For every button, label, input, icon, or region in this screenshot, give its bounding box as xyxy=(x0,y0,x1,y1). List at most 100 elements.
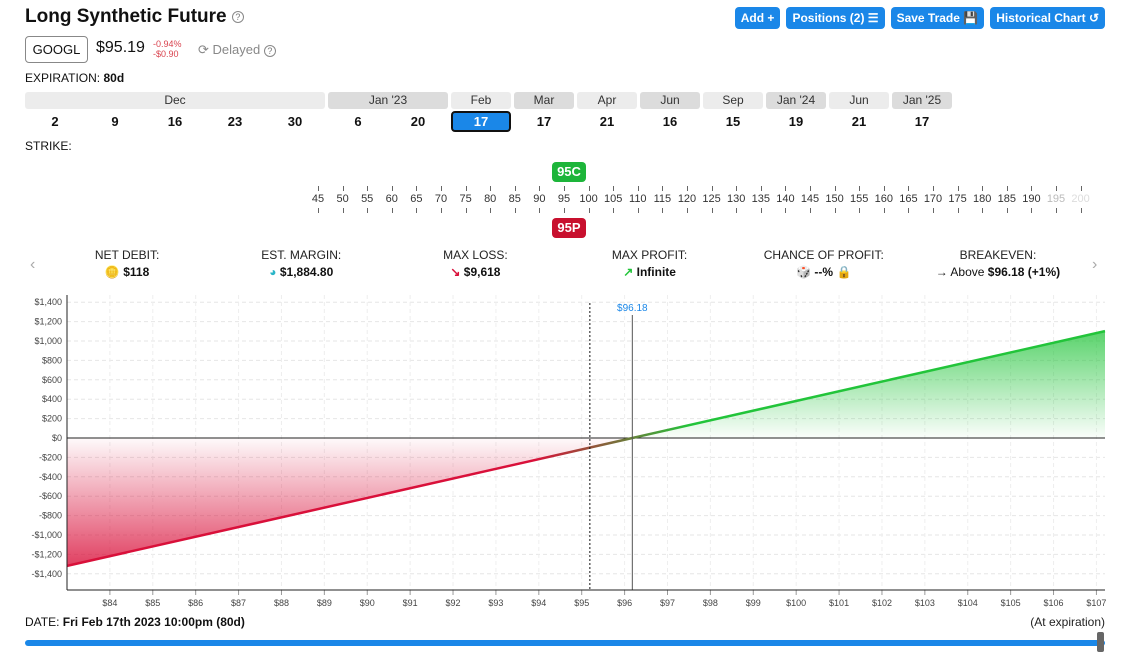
expiration-date[interactable]: 30 xyxy=(265,111,325,132)
strike-tick-label[interactable]: 100 xyxy=(577,193,601,205)
strike-tick-label[interactable]: 70 xyxy=(429,193,453,205)
strike-tick-label[interactable]: 150 xyxy=(823,193,847,205)
save-trade-button[interactable]: Save Trade 💾 xyxy=(890,7,985,29)
strike-tick-label[interactable]: 135 xyxy=(749,193,773,205)
expiration-month[interactable]: Apr xyxy=(577,92,637,109)
expiration-date[interactable]: 2 xyxy=(25,111,85,132)
expiration-date[interactable]: 23 xyxy=(205,111,265,132)
strike-tick xyxy=(391,208,393,213)
strike-tick-label[interactable]: 60 xyxy=(380,193,404,205)
expiration-date[interactable]: 16 xyxy=(640,111,700,132)
positions-button[interactable]: Positions (2) ☰ xyxy=(786,7,885,29)
strike-tick-label[interactable]: 45 xyxy=(306,193,330,205)
expiration-month[interactable]: Mar xyxy=(514,92,574,109)
expiration-month[interactable]: Jun xyxy=(640,92,700,109)
strike-tick-label[interactable]: 145 xyxy=(798,193,822,205)
strike-tick-label[interactable]: 185 xyxy=(995,193,1019,205)
add-button[interactable]: Add + xyxy=(734,7,781,29)
chevron-left-icon[interactable]: ‹ xyxy=(30,256,35,274)
stat-value-row: 🪙 $118 xyxy=(40,265,214,279)
strike-tick-label[interactable]: 110 xyxy=(626,193,650,205)
strike-tick-label[interactable]: 190 xyxy=(1019,193,1043,205)
strike-tick-label[interactable]: 160 xyxy=(872,193,896,205)
strike-tick xyxy=(933,208,934,213)
strike-tick xyxy=(859,208,861,213)
ticker-input[interactable]: GOOGL xyxy=(25,36,88,63)
put-strike-badge[interactable]: 95P xyxy=(552,218,586,238)
date-slider[interactable] xyxy=(25,640,1105,646)
help-icon[interactable]: ? xyxy=(263,44,276,57)
expiration-date[interactable]: 17 xyxy=(514,111,574,132)
expiration-date[interactable]: 17 xyxy=(892,111,952,132)
expiration-date[interactable]: 21 xyxy=(577,111,637,132)
refresh-icon[interactable]: ⟳ xyxy=(198,42,209,57)
strike-tick-label[interactable]: 170 xyxy=(921,193,945,205)
strike-tick-label[interactable]: 65 xyxy=(404,193,428,205)
strike-tick xyxy=(957,208,959,213)
historical-chart-button[interactable]: Historical Chart ↺ xyxy=(990,7,1105,29)
delayed-status[interactable]: ⟳ Delayed ? xyxy=(198,42,276,58)
strike-tick xyxy=(441,208,442,213)
strike-tick-label[interactable]: 195 xyxy=(1044,193,1068,205)
expiration-month[interactable]: Dec xyxy=(25,92,325,109)
strike-tick-label[interactable]: 165 xyxy=(896,193,920,205)
expiration-date[interactable]: 17 xyxy=(451,111,511,132)
strike-tick-label[interactable]: 55 xyxy=(355,193,379,205)
strike-tick-label[interactable]: 120 xyxy=(675,193,699,205)
change-abs: -$0.90 xyxy=(153,49,179,59)
strike-tick-label[interactable]: 125 xyxy=(700,193,724,205)
strike-tick-label[interactable]: 155 xyxy=(847,193,871,205)
expiration-month[interactable]: Feb xyxy=(451,92,511,109)
y-tick-label: $800 xyxy=(42,355,62,365)
strike-tick-label[interactable]: 175 xyxy=(946,193,970,205)
save-icon: 💾 xyxy=(963,11,979,25)
strike-tick-label[interactable]: 50 xyxy=(331,193,355,205)
strike-tick-label[interactable]: 130 xyxy=(724,193,748,205)
strike-tick-label[interactable]: 85 xyxy=(503,193,527,205)
strike-tick xyxy=(687,186,688,191)
strike-tick-label[interactable]: 140 xyxy=(773,193,797,205)
expiration-date[interactable]: 20 xyxy=(388,111,448,132)
strike-tick-label[interactable]: 180 xyxy=(970,193,994,205)
strike-ruler[interactable]: 45 50 55 60 65 70 75 80 85 90 95 100 105 110 115 120 125… xyxy=(306,160,1106,240)
expiration-date[interactable]: 21 xyxy=(829,111,889,132)
strike-tick-label[interactable]: 200 xyxy=(1069,193,1093,205)
strike-tick xyxy=(736,186,738,191)
strike-tick-label[interactable]: 95 xyxy=(552,193,576,205)
stat-value-row: → Above $96.18 (+1%) xyxy=(911,265,1085,279)
strike-tick-label[interactable]: 115 xyxy=(650,193,674,205)
strike-tick-label[interactable]: 105 xyxy=(601,193,625,205)
expiration-date[interactable]: 9 xyxy=(85,111,145,132)
strike-tick-label[interactable]: 75 xyxy=(454,193,478,205)
list-icon: ☰ xyxy=(867,11,879,25)
date-label-text: DATE: xyxy=(25,615,60,629)
strike-tick-label[interactable]: 90 xyxy=(527,193,551,205)
expiration-month[interactable]: Sep xyxy=(703,92,763,109)
date-label: DATE: Fri Feb 17th 2023 10:00pm (80d) xyxy=(25,615,245,629)
call-strike-badge[interactable]: 95C xyxy=(552,162,586,182)
expiration-date[interactable]: 15 xyxy=(703,111,763,132)
expiration-month[interactable]: Jan '24 xyxy=(766,92,826,109)
lock-icon[interactable]: 🔒 xyxy=(836,265,851,279)
expiration-dates: 17 xyxy=(892,109,952,132)
help-icon[interactable]: ? xyxy=(231,10,244,23)
pie-icon: ◕ xyxy=(269,265,280,279)
expiration-month[interactable]: Jan '25 xyxy=(892,92,952,109)
pl-chart[interactable]: $1,400 $1,200 $1,000 $800 $600 $400 $200 $0 -$20… xyxy=(0,290,1125,610)
expiration-date[interactable]: 19 xyxy=(766,111,826,132)
x-tick-label: $100 xyxy=(786,598,806,608)
arrow-down-right-icon: ↘ xyxy=(450,265,464,279)
expiration-month[interactable]: Jan '23 xyxy=(328,92,448,109)
strike-tick xyxy=(883,208,885,213)
strike-tick xyxy=(760,186,762,191)
date-slider-thumb[interactable] xyxy=(1097,632,1104,652)
chevron-right-icon[interactable]: › xyxy=(1092,256,1097,274)
strike-tick xyxy=(342,208,344,213)
expiration-date[interactable]: 16 xyxy=(145,111,205,132)
strike-tick xyxy=(1006,208,1008,213)
expiration-date[interactable]: 6 xyxy=(328,111,388,132)
strike-tick-label[interactable]: 80 xyxy=(478,193,502,205)
stat-value: $96.18 (+1%) xyxy=(987,265,1061,279)
strike-tick xyxy=(810,186,811,191)
expiration-month[interactable]: Jun xyxy=(829,92,889,109)
